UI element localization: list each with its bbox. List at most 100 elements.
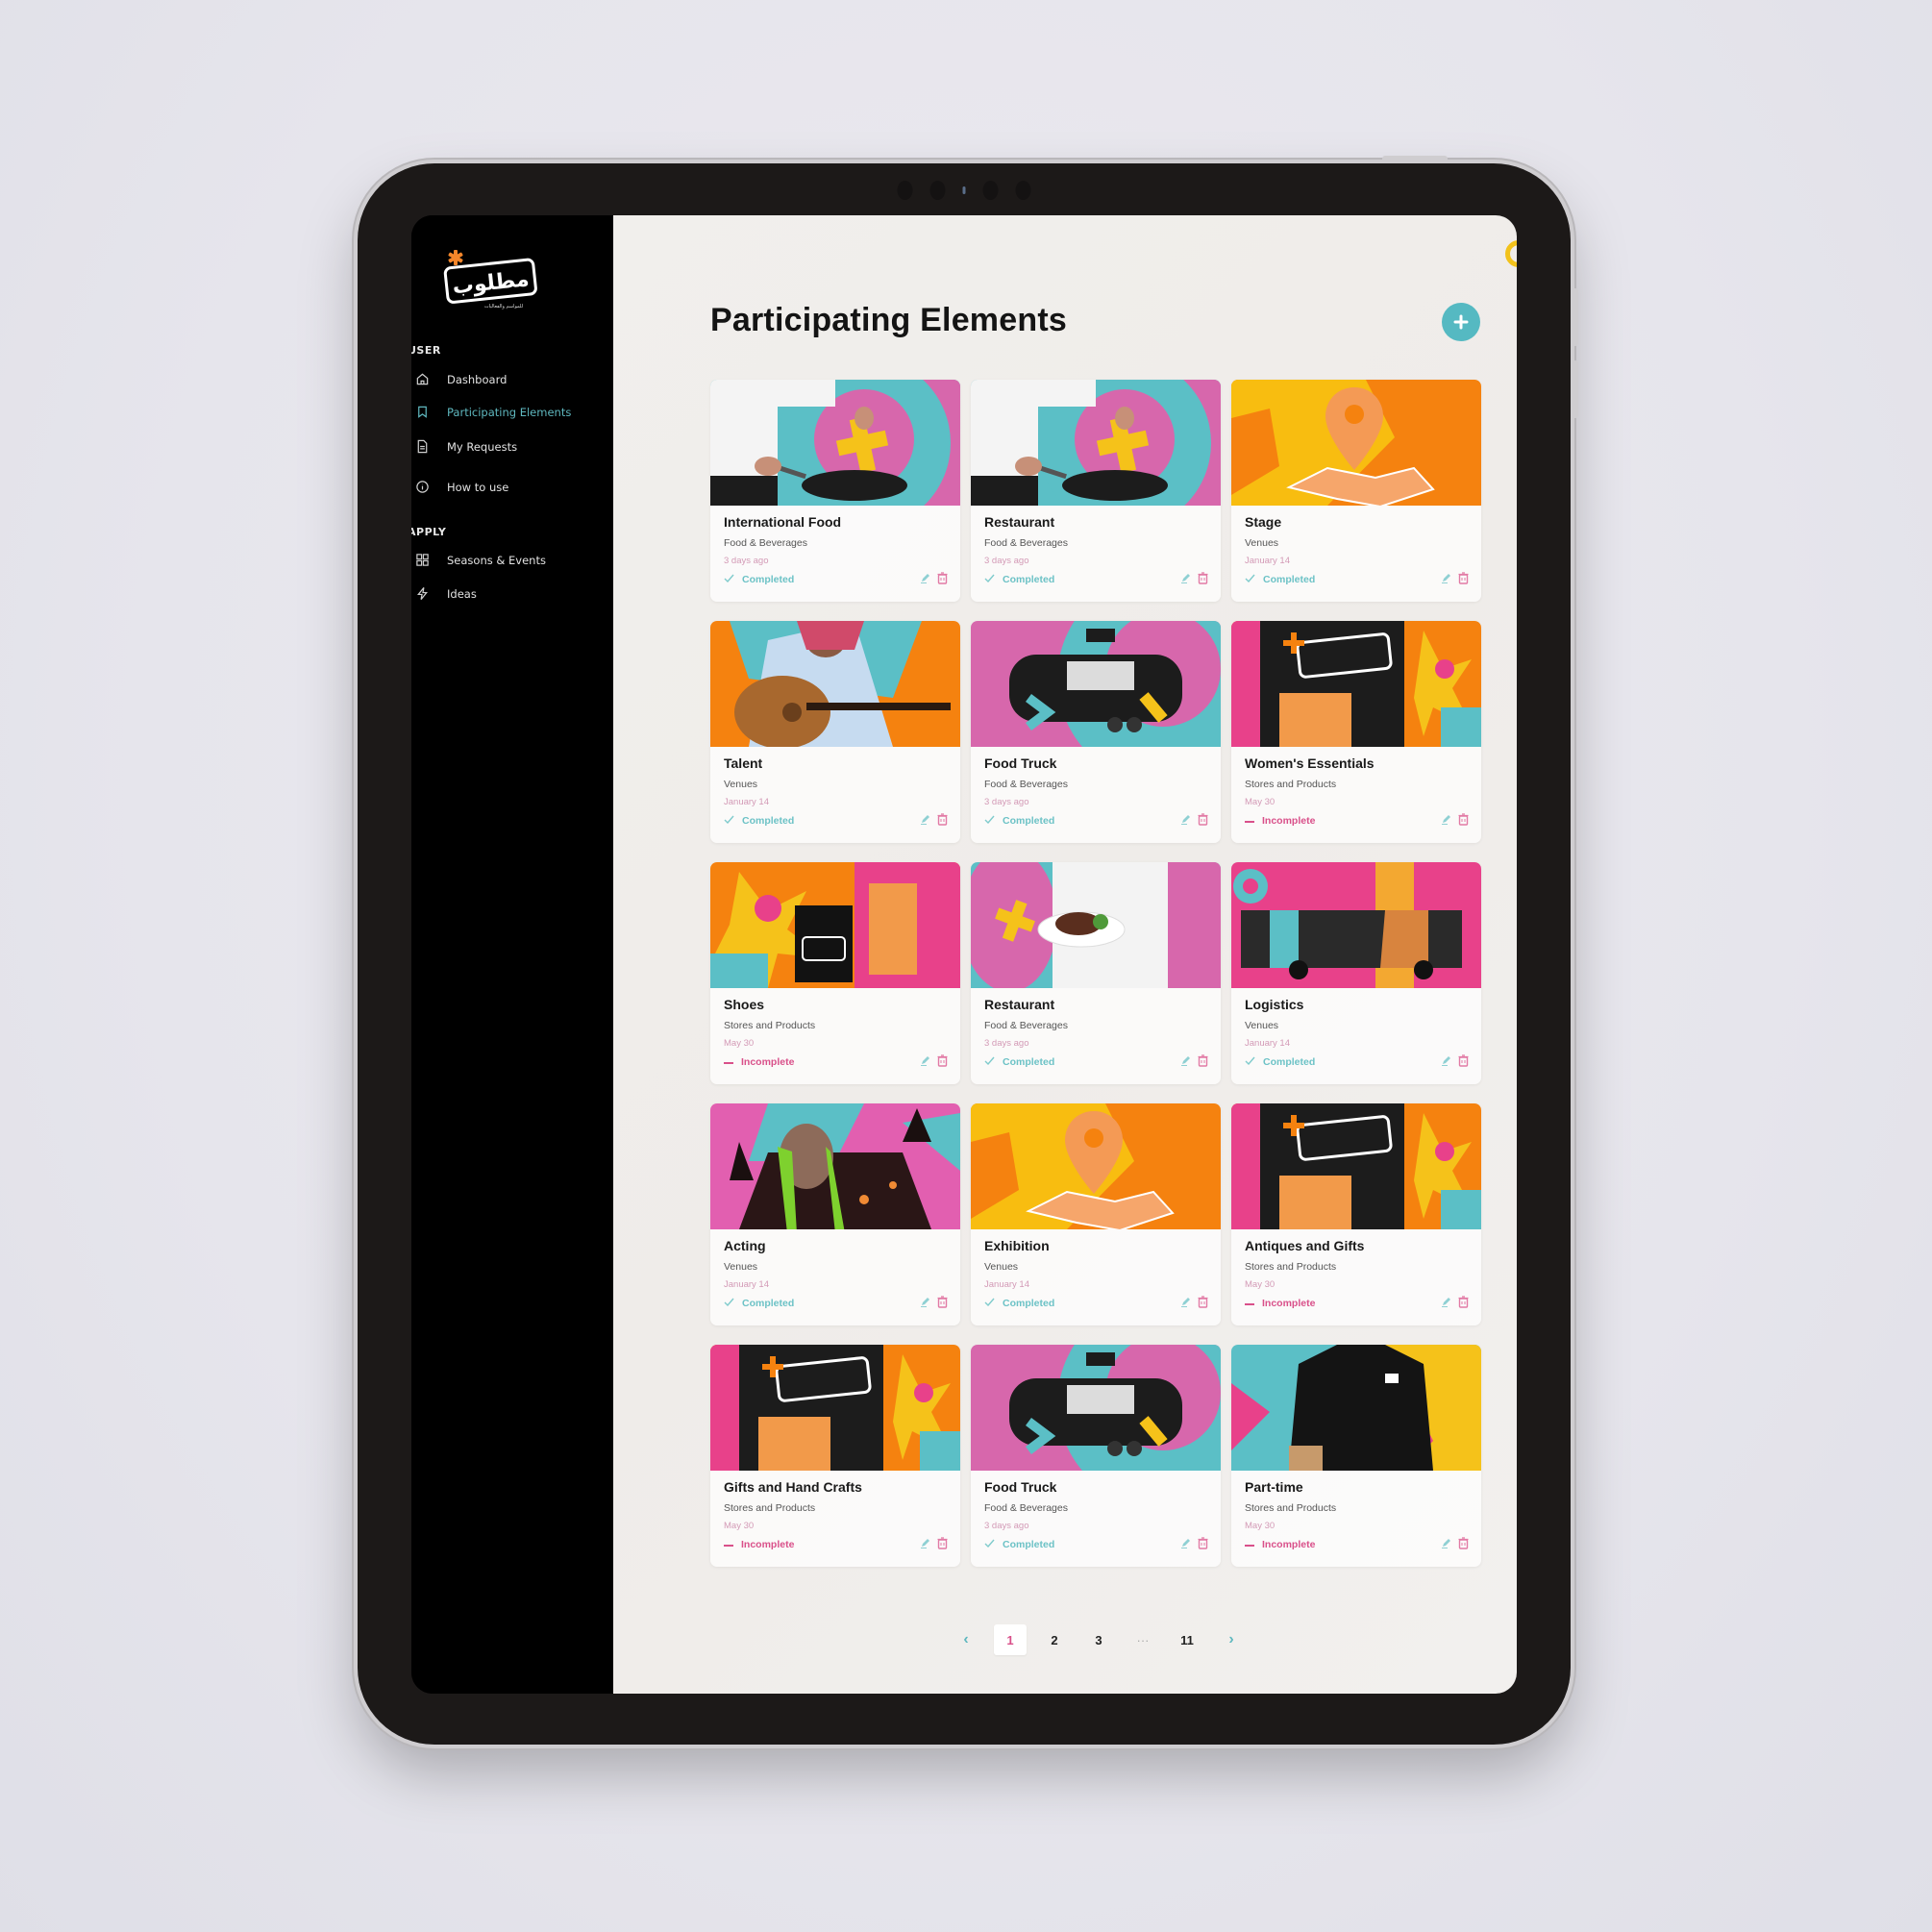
trash-icon[interactable] <box>937 1296 948 1308</box>
sidebar-item-seasons-events[interactable]: Seasons & Events <box>415 553 546 567</box>
card-image-chef-pan <box>710 380 960 506</box>
card-category: Food & Beverages <box>984 779 1068 790</box>
card-category: Stores and Products <box>1245 1261 1337 1273</box>
card-image-chef-pan <box>971 380 1221 506</box>
sidebar-item-how-to-use[interactable]: How to use <box>415 480 508 494</box>
add-element-button[interactable] <box>1442 303 1480 341</box>
sidebar-item-label: My Requests <box>447 439 518 454</box>
trash-icon[interactable] <box>1198 1054 1208 1067</box>
element-card[interactable]: Exhibition Venues January 14 Completed <box>971 1103 1221 1325</box>
elements-grid: International Food Food & Beverages 3 da… <box>710 380 1484 1567</box>
card-date: January 14 <box>1245 556 1291 566</box>
pagination-page-11[interactable]: 11 <box>1171 1624 1203 1655</box>
card-actions <box>1180 572 1208 584</box>
element-card[interactable]: Food Truck Food & Beverages 3 days ago C… <box>971 621 1221 843</box>
sidebar-item-dashboard[interactable]: Dashboard <box>415 372 507 386</box>
sidebar-item-label: Participating Elements <box>447 405 572 419</box>
edit-icon[interactable] <box>1180 1054 1192 1067</box>
card-image-map-pin <box>971 1103 1221 1229</box>
card-image-food-truck <box>971 621 1221 747</box>
dash-icon <box>1245 1298 1254 1309</box>
card-title: Antiques and Gifts <box>1245 1238 1365 1253</box>
trash-icon[interactable] <box>937 572 948 584</box>
card-date: May 30 <box>724 1521 755 1531</box>
card-actions <box>1180 1054 1208 1067</box>
check-icon <box>984 574 995 585</box>
trash-icon[interactable] <box>1458 1296 1469 1308</box>
svg-text:للمواسم والفعاليات: للمواسم والفعاليات <box>484 304 524 310</box>
element-card[interactable]: Food Truck Food & Beverages 3 days ago C… <box>971 1345 1221 1567</box>
element-card[interactable]: International Food Food & Beverages 3 da… <box>710 380 960 602</box>
status-badge: Incomplete <box>1245 1539 1315 1550</box>
sidebar-item-participating-elements[interactable]: Participating Elements <box>415 405 571 419</box>
status-label: Completed <box>1003 1056 1055 1068</box>
trash-icon[interactable] <box>937 813 948 826</box>
trash-icon[interactable] <box>1458 813 1469 826</box>
card-title: Exhibition <box>984 1238 1050 1253</box>
element-card[interactable]: Part-time Stores and Products May 30 Inc… <box>1231 1345 1481 1567</box>
sidebar-item-ideas[interactable]: Ideas <box>415 586 477 601</box>
edit-icon[interactable] <box>1441 1054 1452 1067</box>
edit-icon[interactable] <box>1441 813 1452 826</box>
status-label: Completed <box>1003 1298 1055 1309</box>
plus-icon <box>1453 314 1469 330</box>
edit-icon[interactable] <box>920 813 931 826</box>
card-date: January 14 <box>724 797 770 807</box>
card-image-food-truck <box>971 1345 1221 1471</box>
edit-icon[interactable] <box>1180 1296 1192 1308</box>
pagination-prev-button[interactable]: ‹ <box>950 1624 982 1655</box>
element-card[interactable]: Antiques and Gifts Stores and Products M… <box>1231 1103 1481 1325</box>
bookmark-icon <box>418 406 427 418</box>
card-date: May 30 <box>1245 1521 1276 1531</box>
lightning-icon <box>417 587 428 600</box>
pagination-page-1[interactable]: 1 <box>994 1624 1027 1655</box>
edit-icon[interactable] <box>1180 813 1192 826</box>
dash-icon <box>724 1056 733 1068</box>
card-actions <box>920 572 948 584</box>
card-category: Venues <box>724 1261 758 1273</box>
edit-icon[interactable] <box>1441 1296 1452 1308</box>
edit-icon[interactable] <box>1441 1537 1452 1549</box>
trash-icon[interactable] <box>1198 1537 1208 1549</box>
card-title: International Food <box>724 514 842 530</box>
edit-icon[interactable] <box>920 572 931 584</box>
pagination-page-3[interactable]: 3 <box>1082 1624 1115 1655</box>
element-card[interactable]: Stage Venues January 14 Completed <box>1231 380 1481 602</box>
sidebar-item-my-requests[interactable]: My Requests <box>415 439 517 454</box>
edit-icon[interactable] <box>920 1296 931 1308</box>
front-camera <box>897 181 1031 200</box>
edit-icon[interactable] <box>920 1537 931 1549</box>
card-category: Stores and Products <box>1245 779 1337 790</box>
element-card[interactable]: Restaurant Food & Beverages 3 days ago C… <box>971 862 1221 1084</box>
card-actions <box>1180 813 1208 826</box>
element-card[interactable]: Gifts and Hand Crafts Stores and Product… <box>710 1345 960 1567</box>
status-label: Completed <box>742 1298 795 1309</box>
pagination-page-2[interactable]: 2 <box>1038 1624 1071 1655</box>
check-icon <box>1245 1056 1255 1068</box>
trash-icon[interactable] <box>1198 813 1208 826</box>
card-date: 3 days ago <box>984 556 1029 566</box>
trash-icon[interactable] <box>1458 1537 1469 1549</box>
card-actions <box>920 813 948 826</box>
pagination-next-button[interactable]: › <box>1215 1624 1248 1655</box>
edit-icon[interactable] <box>1180 572 1192 584</box>
element-card[interactable]: Acting Venues January 14 Completed <box>710 1103 960 1325</box>
trash-icon[interactable] <box>1198 1296 1208 1308</box>
element-card[interactable]: Women's Essentials Stores and Products M… <box>1231 621 1481 843</box>
trash-icon[interactable] <box>1198 572 1208 584</box>
edit-icon[interactable] <box>1180 1537 1192 1549</box>
dash-icon <box>724 1539 733 1550</box>
element-card[interactable]: Logistics Venues January 14 Completed <box>1231 862 1481 1084</box>
card-title: Acting <box>724 1238 766 1253</box>
status-badge: Completed <box>724 815 794 827</box>
edit-icon[interactable] <box>920 1054 931 1067</box>
element-card[interactable]: Shoes Stores and Products May 30 Incompl… <box>710 862 960 1084</box>
trash-icon[interactable] <box>1458 572 1469 584</box>
element-card[interactable]: Restaurant Food & Beverages 3 days ago C… <box>971 380 1221 602</box>
card-actions <box>1441 813 1469 826</box>
trash-icon[interactable] <box>1458 1054 1469 1067</box>
trash-icon[interactable] <box>937 1054 948 1067</box>
trash-icon[interactable] <box>937 1537 948 1549</box>
element-card[interactable]: Talent Venues January 14 Completed <box>710 621 960 843</box>
edit-icon[interactable] <box>1441 572 1452 584</box>
